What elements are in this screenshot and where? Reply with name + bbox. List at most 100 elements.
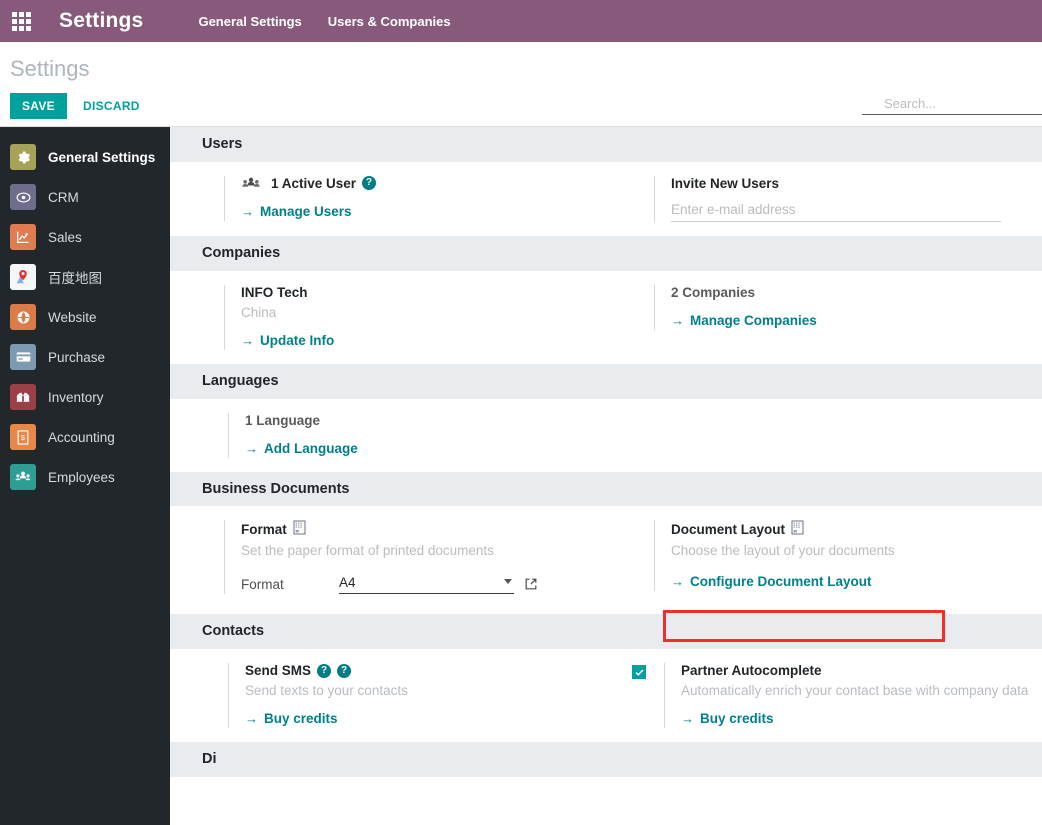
document-icon	[791, 520, 804, 538]
box-icon	[10, 384, 36, 410]
format-field-row: Format A4	[241, 574, 606, 595]
question-mark-icon[interactable]: ?	[337, 663, 352, 678]
card-icon	[10, 344, 36, 370]
buy-credits-autocomplete-link[interactable]: → Buy credits	[681, 711, 774, 726]
companies-left-column: INFO Tech China → Update Info	[170, 284, 606, 350]
languages-right-column	[606, 413, 1042, 458]
contacts-left-column: Send SMS ? ? Send texts to your contacts…	[170, 663, 606, 729]
chart-up-icon	[10, 224, 36, 250]
sidebar: General Settings CRM Sales 百度地图 Website …	[0, 127, 170, 825]
contacts-right-column: Partner Autocomplete Automatically enric…	[606, 663, 1042, 729]
control-panel: Settings SAVE DISCARD	[0, 42, 1042, 127]
sidebar-item-label: Accounting	[48, 429, 115, 445]
partner-autocomplete-checkbox[interactable]	[632, 665, 646, 680]
partner-autocomplete-title: Partner Autocomplete	[681, 663, 822, 679]
arrow-right-icon: →	[671, 312, 684, 328]
sidebar-item-label: General Settings	[48, 149, 156, 165]
arrow-right-icon: →	[241, 203, 254, 219]
sidebar-item-crm[interactable]: CRM	[0, 177, 170, 217]
sidebar-item-inventory[interactable]: Inventory	[0, 377, 170, 417]
section-body-languages: 1 Language → Add Language	[170, 399, 1042, 472]
sidebar-item-baidu-maps[interactable]: 百度地图	[0, 257, 170, 297]
manage-users-label: Manage Users	[260, 203, 352, 219]
crm-icon	[10, 184, 36, 210]
chevron-down-icon	[504, 579, 512, 585]
sidebar-item-label: Purchase	[48, 349, 106, 365]
buy-credits-sms-link[interactable]: → Buy credits	[245, 711, 338, 726]
menu-item-users-companies[interactable]: Users & Companies	[315, 14, 464, 29]
invite-new-users-title: Invite New Users	[671, 175, 780, 191]
manage-users-link[interactable]: → Manage Users	[241, 204, 352, 219]
sidebar-item-accounting[interactable]: $ Accounting	[0, 417, 170, 457]
update-info-label: Update Info	[260, 332, 335, 348]
menu-item-general-settings[interactable]: General Settings	[185, 14, 314, 29]
invoice-icon: $	[10, 424, 36, 450]
sidebar-item-label: CRM	[48, 189, 79, 205]
sidebar-item-label: 百度地图	[48, 271, 102, 286]
users-right-column: Invite New Users	[606, 175, 1042, 222]
manage-companies-link[interactable]: → Manage Companies	[671, 313, 817, 328]
question-mark-icon[interactable]: ?	[362, 176, 377, 191]
active-users-label: 1 Active User	[271, 175, 357, 191]
format-field-label: Format	[241, 576, 284, 592]
app-brand-title: Settings	[59, 9, 144, 32]
languages-left-column: 1 Language → Add Language	[170, 412, 606, 458]
people-icon	[10, 464, 36, 490]
users-group-icon	[241, 176, 261, 191]
sidebar-item-label: Inventory	[48, 389, 104, 405]
main-wrapper: General Settings CRM Sales 百度地图 Website …	[0, 127, 1042, 825]
question-mark-icon[interactable]: ?	[317, 663, 332, 678]
section-body-users: 1 Active User ? → Manage Users Invite Ne…	[170, 162, 1042, 236]
sidebar-item-general-settings[interactable]: General Settings	[0, 137, 170, 177]
svg-text:$: $	[21, 435, 25, 442]
arrow-right-icon: →	[245, 440, 258, 456]
companies-count: 2 Companies	[671, 284, 756, 300]
update-info-link[interactable]: → Update Info	[241, 333, 334, 348]
business-documents-left-column: Format Set the paper format of printed d…	[170, 520, 606, 595]
add-language-label: Add Language	[264, 440, 358, 456]
search-input[interactable]	[862, 94, 1042, 115]
sidebar-item-label: Sales	[48, 229, 82, 245]
format-title: Format	[241, 520, 606, 538]
save-button[interactable]: SAVE	[10, 93, 67, 119]
globe-icon	[10, 304, 36, 330]
active-users-title: 1 Active User ?	[241, 176, 606, 191]
configure-document-layout-link[interactable]: → Configure Document Layout	[671, 574, 872, 589]
company-country: China	[241, 304, 277, 320]
document-icon	[293, 520, 306, 538]
add-language-link[interactable]: → Add Language	[245, 441, 358, 456]
external-link-icon[interactable]	[524, 577, 538, 591]
format-select-value: A4	[339, 575, 356, 591]
section-heading-business-documents: Business Documents	[170, 471, 1042, 507]
send-sms-label: Send SMS	[245, 663, 312, 679]
manage-companies-label: Manage Companies	[690, 312, 817, 328]
document-layout-description: Choose the layout of your documents	[671, 543, 895, 559]
section-heading-companies: Companies	[170, 235, 1042, 271]
format-description: Set the paper format of printed document…	[241, 543, 494, 559]
arrow-right-icon: →	[681, 711, 694, 727]
search-box	[862, 94, 1042, 115]
section-heading-next-partial: Di	[170, 742, 1042, 778]
format-title-label: Format	[241, 521, 287, 537]
send-sms-title: Send SMS ? ?	[245, 663, 606, 678]
discard-button[interactable]: DISCARD	[77, 93, 146, 119]
section-body-business-documents: Format Set the paper format of printed d…	[170, 506, 1042, 614]
sidebar-item-employees[interactable]: Employees	[0, 457, 170, 497]
invite-email-field[interactable]	[671, 198, 1001, 222]
users-left-column: 1 Active User ? → Manage Users	[170, 175, 606, 222]
buy-credits-autocomplete-label: Buy credits	[700, 711, 774, 727]
format-select[interactable]: A4	[339, 574, 514, 595]
sidebar-item-purchase[interactable]: Purchase	[0, 337, 170, 377]
company-name: INFO Tech	[241, 284, 308, 300]
language-count: 1 Language	[245, 412, 321, 428]
settings-content: Users 1 Active User ? → Manage Users Inv…	[170, 127, 1042, 825]
page-title: Settings	[10, 56, 90, 81]
apps-grid-icon[interactable]	[0, 0, 42, 42]
sidebar-item-sales[interactable]: Sales	[0, 217, 170, 257]
invite-email-field-wrapper	[671, 198, 1042, 222]
sidebar-item-website[interactable]: Website	[0, 297, 170, 337]
document-layout-label: Document Layout	[671, 521, 786, 537]
section-heading-languages: Languages	[170, 363, 1042, 399]
arrow-right-icon: →	[671, 574, 684, 590]
buy-credits-sms-label: Buy credits	[264, 711, 338, 727]
